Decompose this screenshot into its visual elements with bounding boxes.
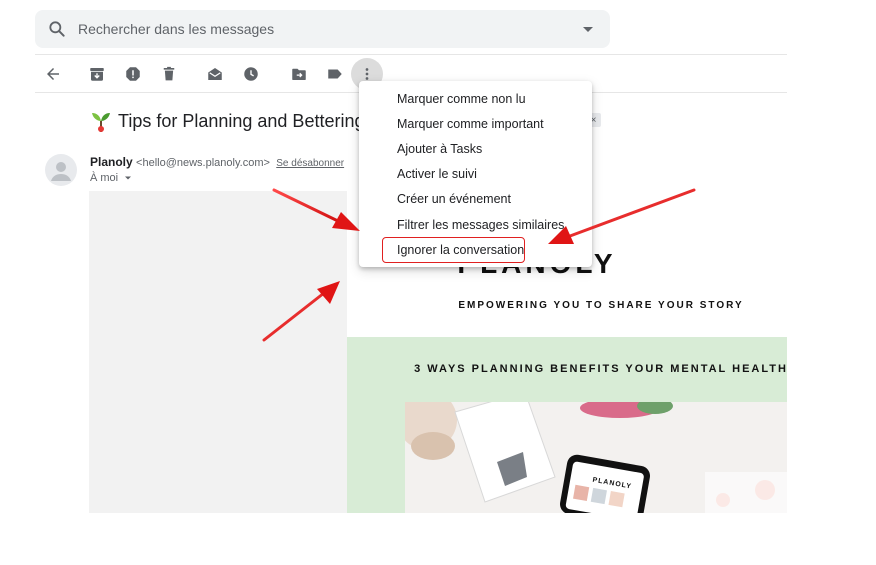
more-options-menu: Marquer comme non lu Marquer comme impor…: [359, 81, 592, 267]
sender-email: <hello@news.planoly.com>: [136, 157, 270, 169]
search-bar[interactable]: [35, 10, 610, 48]
delete-icon: [163, 66, 175, 81]
menu-item-mark-unread[interactable]: Marquer comme non lu: [359, 86, 592, 111]
menu-item-mark-important[interactable]: Marquer comme important: [359, 111, 592, 136]
delete-button[interactable]: [154, 60, 184, 88]
snooze-icon: [244, 67, 258, 81]
back-arrow-icon: [47, 68, 59, 80]
email-body-margin: [89, 191, 347, 513]
menu-item-add-to-tasks[interactable]: Ajouter à Tasks: [359, 136, 592, 161]
menu-item-enable-tracking[interactable]: Activer le suivi: [359, 162, 592, 187]
back-button[interactable]: [38, 60, 68, 88]
person-icon: [51, 162, 71, 181]
report-spam-button[interactable]: [118, 60, 148, 88]
recipient-label: À moi: [90, 172, 119, 184]
subject-text: Tips for Planning and Bettering: [118, 110, 365, 131]
recipient-details[interactable]: À moi: [90, 172, 133, 184]
snooze-button[interactable]: [236, 60, 266, 88]
hero-photo-illustration: PLANOLY: [405, 402, 787, 513]
label-button[interactable]: [320, 60, 350, 88]
sender-name[interactable]: Planoly: [90, 155, 133, 169]
move-to-button[interactable]: [284, 60, 314, 88]
archive-button[interactable]: [82, 60, 112, 88]
report-spam-icon: [126, 67, 140, 81]
email-hero-image: PLANOLY: [405, 402, 787, 513]
sender-line: Planoly <hello@news.planoly.com> Se désa…: [90, 155, 344, 169]
subject-line: Tips for Planning and Bettering: [90, 108, 364, 134]
menu-item-mute-conversation[interactable]: Ignorer la conversation: [359, 237, 592, 262]
email-headline: 3 WAYS PLANNING BENEFITS YOUR MENTAL HEA…: [414, 363, 788, 375]
mark-unread-button[interactable]: [200, 60, 230, 88]
mark-unread-icon: [208, 68, 222, 80]
unsubscribe-link[interactable]: Se désabonner: [276, 158, 344, 169]
avatar: [45, 154, 77, 186]
menu-item-filter-similar[interactable]: Filtrer les messages similaires: [359, 212, 592, 237]
archive-icon: [90, 68, 104, 81]
search-icon[interactable]: [47, 19, 67, 39]
search-options-caret-icon[interactable]: [580, 21, 596, 37]
search-input[interactable]: [78, 10, 558, 48]
chevron-down-icon: [125, 176, 132, 180]
plant-emoji-icon: [92, 113, 110, 132]
move-to-icon: [292, 68, 306, 80]
divider: [35, 54, 787, 55]
email-tagline: EMPOWERING YOU TO SHARE YOUR STORY: [458, 300, 744, 311]
menu-item-create-event[interactable]: Créer un événement: [359, 187, 592, 212]
label-icon: [328, 69, 342, 79]
